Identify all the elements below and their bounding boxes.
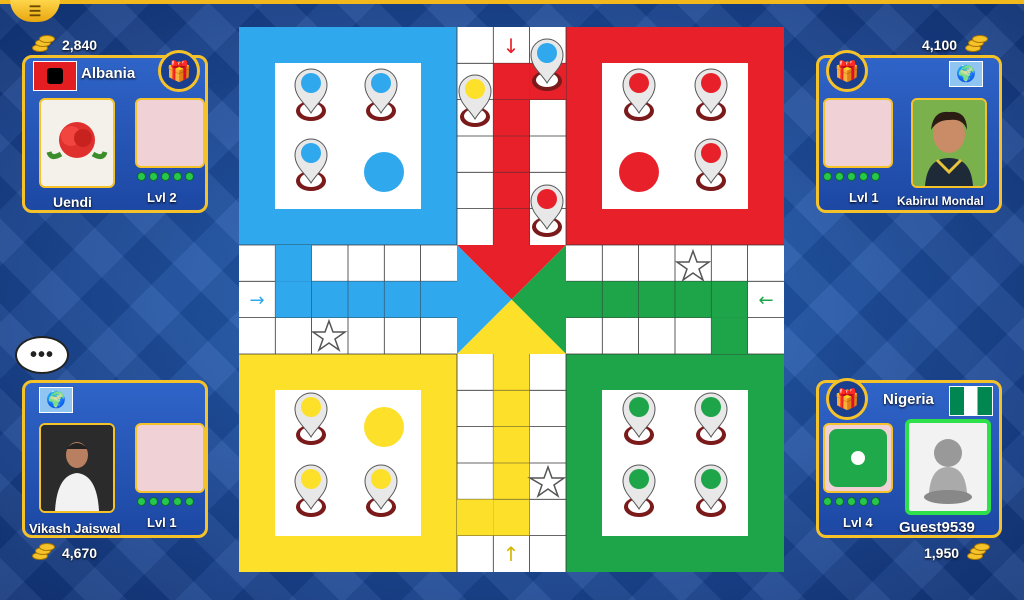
player-level: Lvl 4 — [843, 515, 873, 530]
arrow-right-icon: → — [249, 290, 264, 311]
yellow-piece — [294, 464, 328, 518]
avatar[interactable] — [39, 423, 115, 513]
nigeria-flag-icon — [949, 386, 993, 416]
avatar[interactable] — [39, 98, 115, 188]
player-level: Lvl 2 — [147, 190, 177, 205]
dice-face[interactable] — [829, 429, 887, 487]
top-strip — [0, 0, 1024, 4]
blue-piece — [294, 138, 328, 192]
player-panel-bottom-left: 🌍 Vikash Jaiswal Lvl 1 — [22, 380, 208, 538]
ludo-board: ↓ → ← ↑ — [239, 27, 784, 572]
turn-indicator — [137, 497, 194, 506]
blue-piece-on-track — [530, 38, 564, 92]
gift-icon[interactable]: 🎁 — [826, 50, 868, 92]
avatar[interactable] — [911, 98, 987, 188]
coins-icon — [963, 35, 989, 54]
yellow-piece-on-track — [458, 74, 492, 128]
arrow-up-icon: ↑ — [503, 542, 520, 566]
coins-icon — [30, 543, 56, 562]
coins-icon — [30, 35, 56, 54]
coin-balance: 4,100 — [922, 35, 989, 54]
yellow-piece — [294, 392, 328, 446]
turn-indicator — [823, 497, 880, 506]
dice[interactable] — [823, 423, 893, 493]
player-name: Guest9539 — [899, 519, 975, 536]
albania-flag-icon — [33, 61, 77, 91]
dice-slot[interactable] — [823, 98, 893, 168]
red-piece — [622, 68, 656, 122]
arrow-left-icon: ← — [758, 290, 773, 311]
player-name: Kabirul Mondal — [897, 194, 984, 208]
coin-balance: 4,670 — [30, 543, 97, 562]
red-piece — [694, 138, 728, 192]
coins-icon — [965, 543, 991, 562]
gift-icon[interactable]: 🎁 — [826, 378, 868, 420]
dice-slot[interactable] — [135, 423, 205, 493]
red-piece — [694, 68, 728, 122]
turn-indicator — [823, 172, 880, 181]
green-piece — [622, 392, 656, 446]
country-name: Nigeria — [883, 391, 934, 408]
player-name: Uendi — [53, 194, 92, 210]
player-level: Lvl 1 — [849, 190, 879, 205]
blue-piece — [294, 68, 328, 122]
gift-icon[interactable]: 🎁 — [158, 50, 200, 92]
turn-indicator — [137, 172, 194, 181]
player-name: Vikash Jaiswal — [29, 521, 121, 536]
globe-icon: 🌍 — [39, 387, 73, 413]
avatar[interactable] — [905, 419, 991, 515]
blue-piece — [364, 68, 398, 122]
arrow-down-icon: ↓ — [503, 34, 520, 58]
globe-icon: 🌍 — [949, 61, 983, 87]
red-piece-on-track — [530, 184, 564, 238]
country-name: Albania — [81, 65, 136, 82]
coin-balance: 1,950 — [924, 543, 991, 562]
green-piece — [622, 464, 656, 518]
chat-bubble[interactable]: ••• — [15, 336, 69, 374]
green-piece — [694, 392, 728, 446]
dice-slot[interactable] — [135, 98, 205, 168]
green-piece — [694, 464, 728, 518]
coin-balance: 2,840 — [30, 35, 97, 54]
yellow-piece — [364, 464, 398, 518]
player-level: Lvl 1 — [147, 515, 177, 530]
